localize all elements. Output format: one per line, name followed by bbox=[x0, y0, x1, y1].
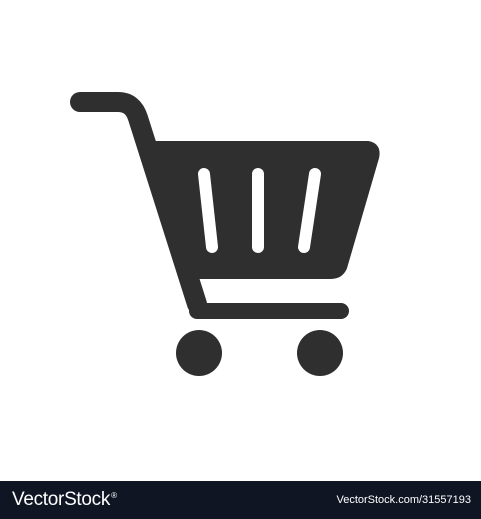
image-reference: VectorStock.com/31557193 bbox=[336, 494, 471, 506]
watermark-footer: VectorStock® VectorStock.com/31557193 bbox=[0, 481, 481, 519]
cart-slot-left bbox=[198, 168, 218, 253]
cart-right-wheel bbox=[297, 330, 343, 376]
cart-left-wheel bbox=[176, 330, 222, 376]
registered-mark: ® bbox=[111, 491, 117, 500]
icon-canvas bbox=[0, 0, 481, 481]
shopping-cart-icon bbox=[70, 92, 380, 376]
brand-logo: VectorStock® bbox=[12, 489, 117, 510]
